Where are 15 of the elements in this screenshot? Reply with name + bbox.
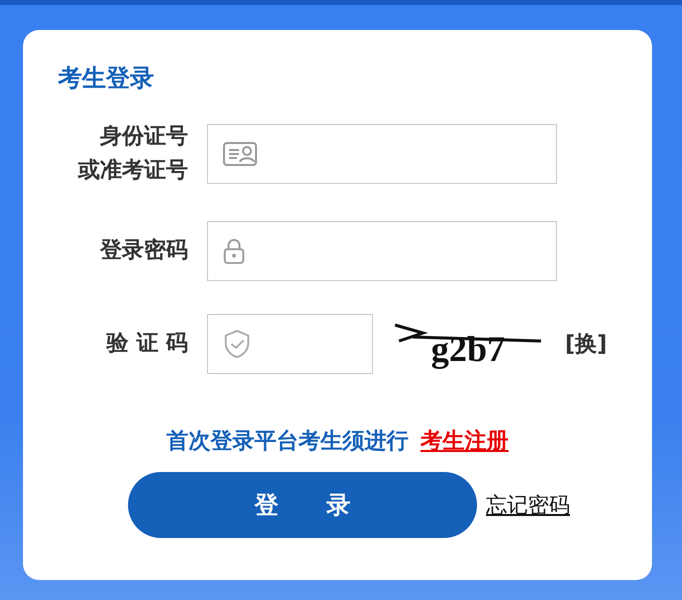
- lock-icon: [222, 237, 246, 265]
- register-link[interactable]: 考生注册: [420, 426, 508, 456]
- forgot-password-link[interactable]: 忘记密码: [486, 491, 570, 519]
- prompt-text: 首次登录平台考生须进行: [166, 428, 408, 456]
- form-title: 考生登录: [58, 63, 154, 94]
- id-card-icon: [222, 140, 258, 168]
- field-label: 验 证 码: [106, 330, 188, 358]
- field-label: 身份证号 或准考证号: [78, 123, 188, 185]
- refresh-link[interactable]: [换]: [565, 329, 608, 359]
- input-field[interactable]: [207, 124, 557, 184]
- input-field[interactable]: [207, 221, 557, 281]
- input-field[interactable]: [207, 314, 373, 374]
- login-button[interactable]: 登 录: [128, 472, 477, 538]
- field-label: 登录密码: [100, 236, 188, 265]
- shield-icon: [222, 329, 252, 359]
